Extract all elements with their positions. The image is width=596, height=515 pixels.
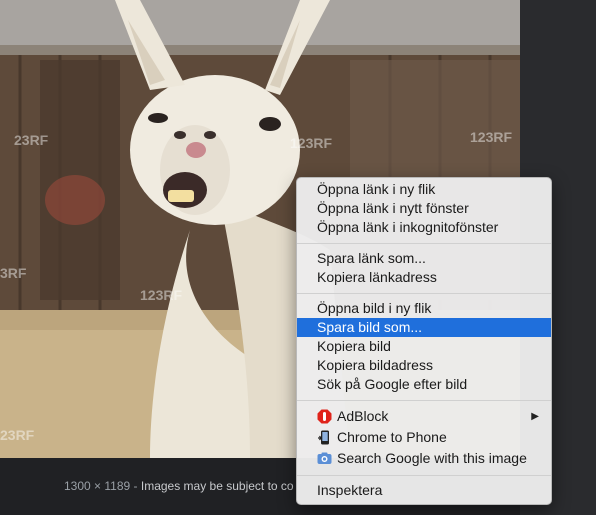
- menu-open-link-new-window[interactable]: Öppna länk i nytt fönster: [297, 199, 551, 218]
- menu-save-link-as[interactable]: Spara länk som...: [297, 249, 551, 268]
- menu-inspect[interactable]: Inspektera: [297, 481, 551, 500]
- menu-copy-image[interactable]: Kopiera bild: [297, 337, 551, 356]
- menu-search-google-image[interactable]: Sök på Google efter bild: [297, 375, 551, 394]
- search-google-image-label: Search Google with this image: [337, 450, 527, 466]
- svg-text:23RF: 23RF: [14, 132, 49, 148]
- menu-save-image-as[interactable]: Spara bild som...: [297, 318, 551, 337]
- menu-open-link-incognito[interactable]: Öppna länk i inkognitofönster: [297, 218, 551, 237]
- svg-text:123RF: 123RF: [470, 129, 512, 145]
- menu-adblock[interactable]: AdBlock ▶: [297, 406, 551, 427]
- menu-copy-image-address[interactable]: Kopiera bildadress: [297, 356, 551, 375]
- menu-copy-link-address[interactable]: Kopiera länkadress: [297, 268, 551, 287]
- chrome-to-phone-label: Chrome to Phone: [337, 429, 447, 445]
- submenu-arrow-icon: ▶: [531, 411, 539, 422]
- menu-divider: [297, 400, 551, 401]
- context-menu: Öppna länk i ny flik Öppna länk i nytt f…: [296, 177, 552, 505]
- svg-text:123RF: 123RF: [140, 287, 182, 303]
- svg-text:23RF: 23RF: [0, 427, 35, 443]
- menu-open-link-new-tab[interactable]: Öppna länk i ny flik: [297, 180, 551, 199]
- svg-text:123RF: 123RF: [290, 135, 332, 151]
- phone-icon: [318, 430, 329, 445]
- menu-chrome-to-phone[interactable]: Chrome to Phone: [297, 427, 551, 448]
- menu-divider: [297, 243, 551, 244]
- image-dimensions: 1300 × 1189: [64, 479, 131, 493]
- adblock-icon: [317, 409, 332, 424]
- menu-open-image-new-tab[interactable]: Öppna bild i ny flik: [297, 299, 551, 318]
- menu-divider: [297, 293, 551, 294]
- svg-text:3RF: 3RF: [0, 265, 27, 281]
- camera-icon: [317, 452, 332, 464]
- adblock-label: AdBlock: [337, 408, 389, 424]
- copyright-notice: Images may be subject to co: [140, 479, 294, 493]
- image-caption: 1300 × 1189 - Images may be subject to c…: [64, 479, 296, 493]
- menu-divider: [297, 475, 551, 476]
- menu-search-google-with-image[interactable]: Search Google with this image: [297, 448, 551, 469]
- caption-separator: -: [130, 479, 141, 493]
